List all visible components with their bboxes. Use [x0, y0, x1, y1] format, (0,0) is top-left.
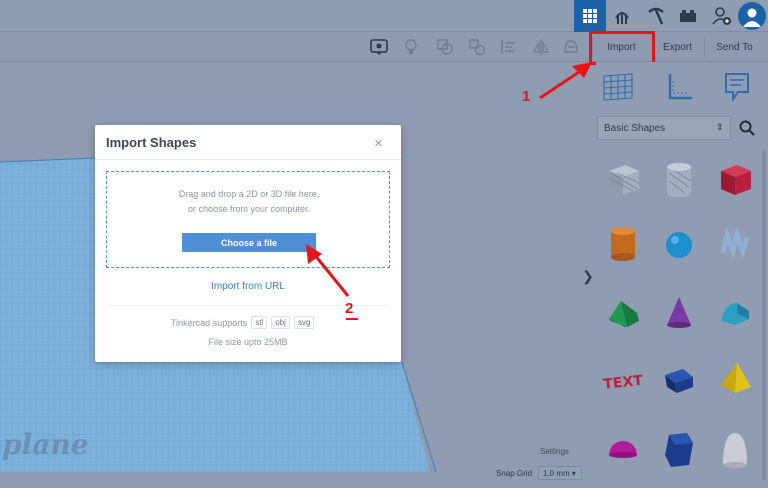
choose-file-button[interactable]: Choose a file [182, 233, 316, 252]
format-badge-svg: svg [293, 316, 315, 329]
select-updown-icon: ⇕ [716, 122, 724, 132]
drop-instructions-line2: or choose from your computer. [187, 204, 311, 214]
dialog-title: Import Shapes [106, 135, 197, 150]
step2-underline [346, 318, 358, 320]
align-icon[interactable] [500, 38, 518, 56]
shape-cylinder[interactable] [600, 220, 646, 266]
panel-scrollbar[interactable] [762, 150, 766, 480]
shape-round-roof[interactable] [712, 290, 758, 336]
shape-wedge[interactable] [656, 356, 702, 402]
ungroup-icon[interactable] [468, 38, 486, 56]
import-from-url-link[interactable]: Import from URL [95, 281, 401, 292]
shape-box-striped[interactable] [600, 156, 646, 202]
group-icon[interactable] [436, 38, 454, 56]
settings-link[interactable]: Settings [540, 447, 569, 456]
file-drop-zone[interactable]: Drag and drop a 2D or 3D file here, or c… [106, 171, 390, 268]
panel-collapse-chevron-icon[interactable]: ❯ [580, 264, 596, 288]
shape-polygon[interactable] [656, 426, 702, 472]
format-badge-obj: obj [271, 316, 290, 329]
export-button[interactable]: Export [654, 37, 700, 57]
shape-box[interactable] [712, 156, 758, 202]
shape-pyramid[interactable] [712, 356, 758, 402]
send-to-button[interactable]: Send To [704, 37, 764, 57]
step1-label: 1 [522, 88, 531, 105]
search-button[interactable] [734, 116, 760, 140]
snap-grid-label: Snap Grid [496, 469, 533, 478]
add-user-icon[interactable] [706, 0, 738, 32]
avatar[interactable] [738, 2, 766, 30]
drop-instructions-line1: Drag and drop a 2D or 3D file here, [178, 189, 320, 199]
lightbulb-icon[interactable] [402, 38, 420, 56]
search-icon [739, 120, 755, 136]
snap-grid-value: 1.0 mm [543, 469, 570, 478]
shape-scribble[interactable] [712, 220, 758, 266]
circuits-icon[interactable] [606, 0, 638, 32]
shape-cone[interactable] [656, 290, 702, 336]
shape-sphere[interactable] [656, 220, 702, 266]
file-size-limit: File size upto 25MB [208, 337, 288, 347]
pickaxe-icon[interactable] [640, 0, 672, 32]
snap-grid-select[interactable]: 1.0 mm ▾ [538, 466, 582, 480]
dialog-header: Import Shapes × [95, 125, 401, 160]
shape-library-select[interactable]: Basic Shapes [597, 116, 731, 140]
shape-cylinder-striped[interactable] [656, 156, 702, 202]
notes-eye-icon[interactable] [370, 38, 388, 56]
shape-roof[interactable] [600, 290, 646, 336]
notes-icon[interactable] [724, 72, 750, 102]
top-bar [0, 0, 768, 32]
supports-label: Tinkercad supports [171, 317, 248, 328]
step2-label: 2 [345, 300, 354, 317]
grid-view-icon[interactable] [574, 0, 606, 32]
format-badge-stl: stl [251, 316, 268, 329]
close-icon[interactable]: × [374, 135, 383, 152]
svg-text:TEXT: TEXT [603, 373, 644, 393]
supported-formats: Tinkercad supports stl obj svg [171, 316, 315, 329]
workplane-grid-icon[interactable] [602, 72, 634, 102]
import-highlight-box [589, 31, 655, 65]
shape-paraboloid[interactable] [712, 426, 758, 472]
shape-text[interactable]: TEXT [600, 356, 646, 402]
ruler-icon[interactable] [666, 72, 694, 102]
cruise-icon[interactable] [562, 38, 580, 56]
shape-half-sphere[interactable] [600, 426, 646, 472]
workplane-watermark: plane [2, 428, 89, 461]
import-shapes-dialog: Import Shapes × Drag and drop a 2D or 3D… [95, 125, 401, 362]
mirror-icon[interactable] [532, 38, 550, 56]
codeblocks-icon[interactable] [672, 0, 704, 32]
shape-library-value: Basic Shapes [604, 123, 666, 134]
